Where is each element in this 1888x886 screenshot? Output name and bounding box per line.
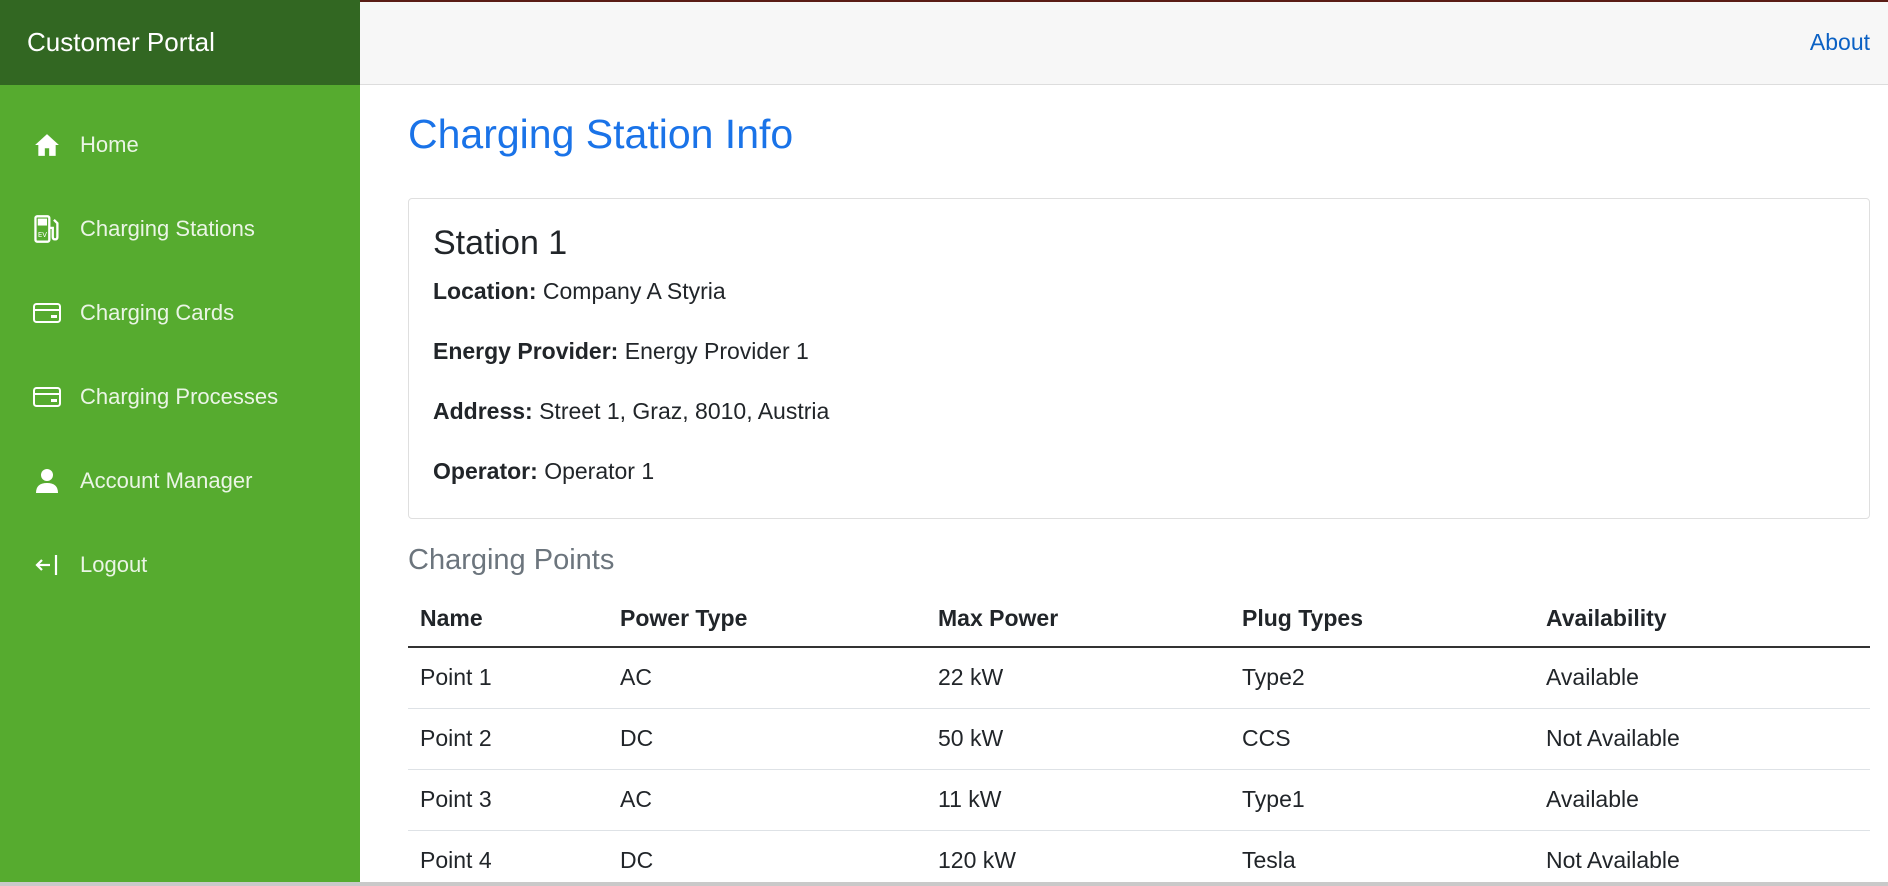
ev-station-icon: EV: [32, 214, 62, 244]
table-row: Point 2 DC 50 kW CCS Not Available: [408, 708, 1870, 770]
column-header-max-power: Max Power: [926, 590, 1230, 648]
table-row: Point 3 AC 11 kW Type1 Available: [408, 769, 1870, 831]
sidebar-item-label: Charging Cards: [80, 300, 235, 325]
page-title: Charging Station Info: [408, 111, 794, 157]
field-value: Energy Provider 1: [624, 338, 809, 364]
sidebar-item-account-manager[interactable]: Account Manager: [0, 439, 360, 523]
field-value: Operator 1: [544, 458, 655, 484]
cell-name: Point 4: [408, 830, 608, 882]
charging-points-table: Name Power Type Max Power Plug Types Ava…: [408, 590, 1870, 882]
top-bar: About: [360, 0, 1888, 85]
field-value: Company A Styria: [542, 278, 726, 304]
column-header-name: Name: [408, 590, 608, 648]
main-content: Charging Station Info Station 1 Location…: [360, 85, 1888, 882]
cell-plug-types: Type1: [1230, 769, 1534, 831]
cell-plug-types: CCS: [1230, 708, 1534, 770]
column-header-availability: Availability: [1534, 590, 1870, 648]
sidebar-item-label: Charging Processes: [80, 384, 279, 409]
column-header-power-type: Power Type: [608, 590, 926, 648]
cell-max-power: 22 kW: [926, 647, 1230, 709]
station-name: Station 1: [433, 224, 568, 262]
card-icon: [32, 382, 62, 412]
field-label: Address:: [433, 398, 533, 424]
sidebar-item-charging-processes[interactable]: Charging Processes: [0, 355, 360, 439]
brand-title[interactable]: Customer Portal: [0, 0, 360, 85]
table-header-row: Name Power Type Max Power Plug Types Ava…: [408, 590, 1870, 648]
cell-max-power: 120 kW: [926, 830, 1230, 882]
field-label: Energy Provider:: [433, 338, 619, 364]
sidebar-item-label: Charging Stations: [80, 216, 255, 241]
sidebar-item-logout[interactable]: Logout: [0, 523, 360, 607]
cell-max-power: 11 kW: [926, 769, 1230, 831]
cell-availability: Not Available: [1534, 830, 1870, 882]
sidebar-item-home[interactable]: Home: [0, 103, 360, 187]
logout-icon: [32, 550, 62, 580]
cell-availability: Available: [1534, 769, 1870, 831]
sidebar-item-label: Logout: [80, 552, 148, 577]
cell-power-type: DC: [608, 830, 926, 882]
charging-points-title: Charging Points: [408, 544, 615, 576]
card-icon: [32, 298, 62, 328]
field-label: Location:: [433, 278, 537, 304]
station-card: Station 1 Location: Company A Styria Ene…: [408, 198, 1870, 519]
station-operator: Operator: Operator 1: [433, 457, 1845, 486]
sidebar-item-label: Home: [80, 132, 139, 157]
home-icon: [32, 130, 62, 160]
cell-availability: Not Available: [1534, 708, 1870, 770]
sidebar-nav: Home EV Charging Stations Charging Cards…: [0, 85, 360, 607]
about-link[interactable]: About: [1810, 29, 1870, 56]
cell-name: Point 2: [408, 708, 608, 770]
sidebar: Customer Portal Home EV Charging Station…: [0, 0, 360, 882]
cell-max-power: 50 kW: [926, 708, 1230, 770]
window-bottom-edge: [0, 882, 1888, 886]
user-icon: [32, 466, 62, 496]
column-header-plug-types: Plug Types: [1230, 590, 1534, 648]
cell-plug-types: Type2: [1230, 647, 1534, 709]
cell-power-type: AC: [608, 769, 926, 831]
svg-text:EV: EV: [38, 231, 47, 239]
sidebar-item-charging-cards[interactable]: Charging Cards: [0, 271, 360, 355]
station-address: Address: Street 1, Graz, 8010, Austria: [433, 397, 1845, 426]
cell-plug-types: Tesla: [1230, 830, 1534, 882]
cell-power-type: AC: [608, 647, 926, 709]
cell-name: Point 3: [408, 769, 608, 831]
station-location: Location: Company A Styria: [433, 277, 1845, 306]
cell-name: Point 1: [408, 647, 608, 709]
sidebar-item-label: Account Manager: [80, 468, 253, 493]
field-label: Operator:: [433, 458, 538, 484]
table-row: Point 1 AC 22 kW Type2 Available: [408, 647, 1870, 709]
table-row: Point 4 DC 120 kW Tesla Not Available: [408, 830, 1870, 882]
field-value: Street 1, Graz, 8010, Austria: [539, 398, 830, 424]
cell-power-type: DC: [608, 708, 926, 770]
station-energy-provider: Energy Provider: Energy Provider 1: [433, 337, 1845, 366]
cell-availability: Available: [1534, 647, 1870, 709]
sidebar-item-charging-stations[interactable]: EV Charging Stations: [0, 187, 360, 271]
